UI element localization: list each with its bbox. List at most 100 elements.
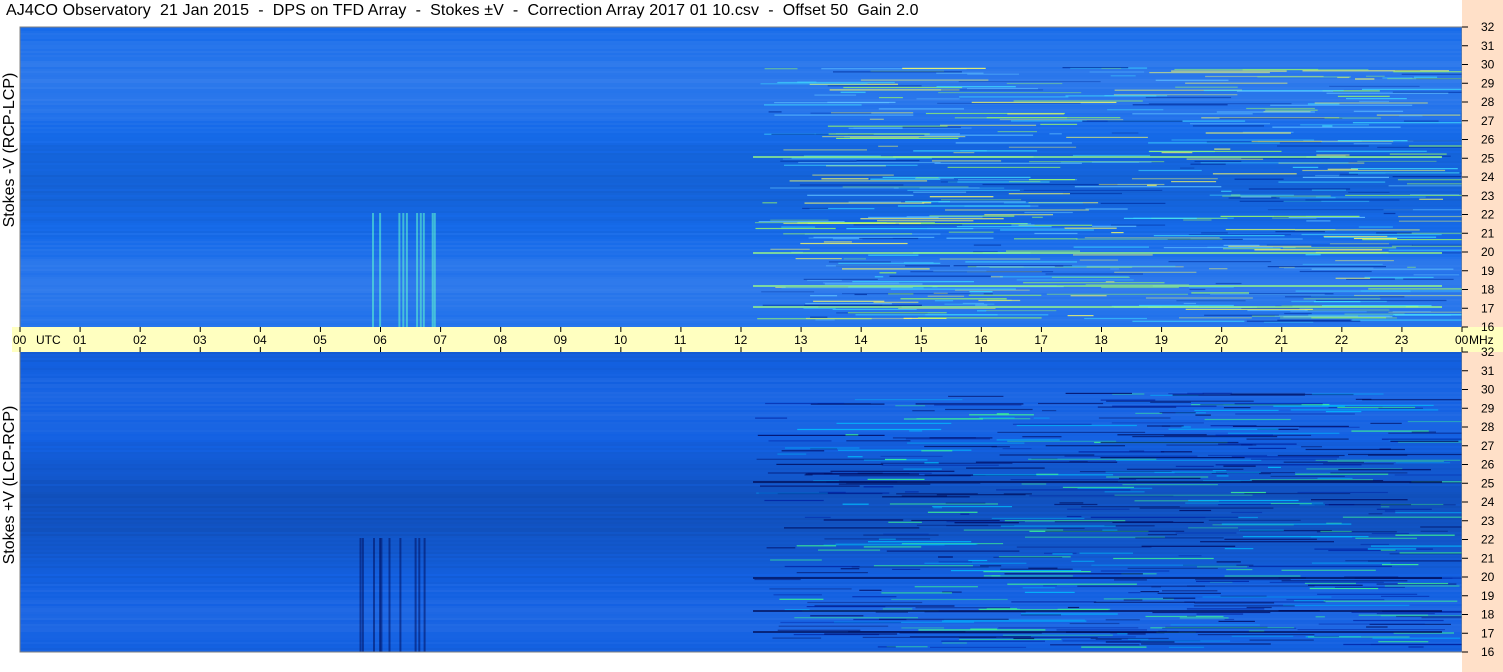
data-streak (1277, 454, 1345, 457)
data-streak (1367, 548, 1417, 550)
data-streak (1348, 172, 1460, 174)
data-streak (1224, 548, 1254, 550)
data-streak (1420, 530, 1448, 532)
data-streak (1214, 148, 1231, 150)
data-streak (1324, 117, 1381, 119)
data-streak (1282, 247, 1397, 249)
data-streak (869, 118, 884, 120)
data-streak (823, 519, 904, 521)
data-streak (941, 199, 1022, 201)
data-streak (1079, 259, 1118, 261)
band-row (20, 53, 1462, 55)
band-row (20, 458, 1462, 460)
freq-axis-band-bottom (1462, 352, 1503, 672)
data-streak (916, 98, 960, 100)
data-streak (762, 202, 778, 204)
data-streak (1168, 261, 1272, 263)
data-streak (1295, 473, 1389, 475)
data-streak (853, 224, 963, 226)
band-row (20, 303, 1462, 305)
data-streak (1286, 599, 1385, 601)
band-row (20, 372, 1462, 374)
band-row (20, 267, 1462, 269)
data-streak (891, 598, 1008, 601)
data-streak (847, 456, 863, 458)
band-row (20, 532, 1462, 534)
data-streak (1008, 146, 1077, 148)
data-streak (921, 450, 953, 452)
data-streak (1364, 276, 1434, 278)
data-streak (1314, 102, 1428, 104)
band-row (20, 221, 1462, 223)
data-streak (1028, 458, 1157, 460)
top-y-tick-label: 29 (1481, 76, 1495, 90)
data-streak (828, 133, 930, 135)
band-row (20, 41, 1462, 43)
data-streak (859, 237, 919, 240)
band-row (20, 51, 1462, 53)
data-streak (1343, 643, 1474, 646)
bottom-y-tick-label: 32 (1481, 345, 1495, 359)
data-streak (1403, 120, 1439, 122)
band-row (20, 614, 1462, 616)
band-row (20, 374, 1462, 376)
data-streak (848, 127, 903, 129)
data-streak (1339, 173, 1358, 175)
burst-stripe (380, 538, 383, 652)
data-streak (1330, 472, 1408, 474)
data-streak (945, 502, 986, 504)
band-row (20, 478, 1462, 480)
data-streak (938, 92, 1082, 94)
top-y-tick-label: 30 (1481, 58, 1495, 72)
data-streak (1272, 126, 1401, 128)
data-streak (1242, 69, 1369, 71)
data-streak (1063, 265, 1176, 267)
data-streak (978, 299, 1021, 302)
data-streak (768, 111, 782, 113)
data-streak (1111, 224, 1166, 226)
data-streak (1208, 454, 1268, 457)
data-streak (827, 125, 948, 127)
data-streak (874, 276, 884, 278)
band-row (20, 127, 1462, 129)
x-tick-label: 06 (374, 333, 388, 347)
band-row (20, 213, 1462, 215)
data-streak (806, 606, 886, 608)
data-streak (784, 527, 920, 529)
data-streak (783, 149, 867, 151)
x-tick-label: 08 (494, 333, 508, 347)
data-streak (1224, 575, 1301, 577)
band-row (20, 518, 1462, 520)
data-streak (1161, 152, 1193, 154)
data-streak (948, 395, 1004, 397)
data-streak (1348, 191, 1390, 193)
data-streak (1075, 238, 1223, 240)
data-streak (1084, 237, 1220, 239)
band-row (20, 93, 1462, 95)
band-row (20, 474, 1462, 476)
data-streak (1202, 596, 1332, 598)
band-row (20, 145, 1462, 147)
data-streak (1069, 622, 1120, 625)
data-streak (795, 258, 842, 260)
data-streak (955, 142, 1072, 144)
data-streak (1257, 76, 1351, 78)
data-streak (769, 588, 852, 590)
band-row (20, 263, 1462, 265)
band-row (20, 323, 1462, 325)
burst-stripe (416, 213, 419, 327)
bottom-y-tick-label: 18 (1481, 608, 1495, 622)
data-streak (1246, 107, 1315, 110)
data-streak (1170, 624, 1260, 626)
data-streak (1301, 233, 1442, 236)
data-streak (1311, 268, 1454, 270)
data-streak (963, 529, 1064, 531)
data-streak (1283, 604, 1410, 606)
data-streak (991, 517, 1085, 519)
data-streak (859, 589, 882, 591)
data-streak (905, 491, 919, 493)
data-streak (833, 71, 962, 73)
data-streak (863, 486, 894, 488)
data-streak (1216, 561, 1241, 563)
band-row (20, 107, 1462, 109)
